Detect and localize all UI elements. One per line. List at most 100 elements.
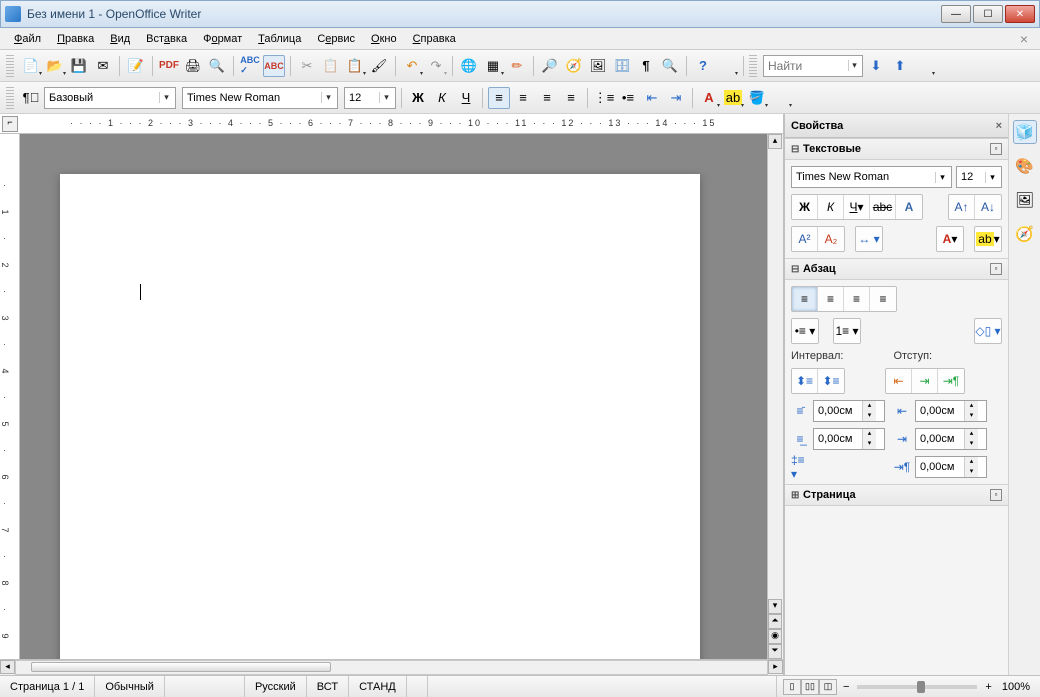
panel-grow-button[interactable]: A↑ xyxy=(949,195,975,219)
section-more-icon[interactable]: ▫ xyxy=(990,489,1002,501)
hscroll-thumb[interactable] xyxy=(31,662,331,672)
close-button[interactable]: ✕ xyxy=(1005,5,1035,23)
space-above-input[interactable] xyxy=(814,401,862,421)
hscroll-right[interactable]: ▸ xyxy=(768,660,783,674)
align-right-button[interactable]: ≡ xyxy=(536,87,558,109)
hyperlink-button[interactable]: 🌐 xyxy=(458,55,480,77)
italic-button[interactable]: К xyxy=(431,87,453,109)
spacing-dec-button[interactable]: ⬍≡ xyxy=(818,369,844,393)
panel-bullets-button[interactable]: •≡ ▾ xyxy=(792,319,818,343)
copy-button[interactable]: 📋 xyxy=(320,55,342,77)
menu-view[interactable]: Вид xyxy=(104,31,136,47)
panel-bgcolor-button[interactable]: ◇▯ ▾ xyxy=(975,319,1001,343)
indent-left-spinner[interactable]: ▴▾ xyxy=(915,400,987,422)
underline-button[interactable]: Ч xyxy=(455,87,477,109)
align-center-button[interactable]: ≡ xyxy=(512,87,534,109)
redo-button[interactable]: ↷▾ xyxy=(425,55,447,77)
menu-edit[interactable]: Правка xyxy=(51,31,100,47)
align-justify-button[interactable]: ≡ xyxy=(560,87,582,109)
menu-table[interactable]: Таблица xyxy=(252,31,307,47)
bullets-button[interactable]: •≡ xyxy=(617,87,639,109)
status-insert[interactable]: ВСТ xyxy=(307,676,349,697)
panel-underline-button[interactable]: Ч ▾ xyxy=(844,195,870,219)
section-more-icon[interactable]: ▫ xyxy=(990,143,1002,155)
panel-shrink-button[interactable]: A↓ xyxy=(975,195,1001,219)
panel-spacing-button[interactable]: ↔ ▾ xyxy=(856,227,882,251)
tab-gallery[interactable]: 🖼 xyxy=(1013,188,1037,212)
nav-select[interactable]: ◉ xyxy=(768,629,782,644)
ruler-corner[interactable]: ⌐ xyxy=(2,116,18,132)
space-above-spinner[interactable]: ▴▾ xyxy=(813,400,885,422)
status-zoom[interactable]: 100% xyxy=(992,676,1040,697)
style-combo[interactable]: Базовый ▾ xyxy=(44,87,176,109)
zoom-slider[interactable] xyxy=(857,685,977,689)
format-paint-button[interactable]: 🖌 xyxy=(368,55,390,77)
fmt-toolbar-grip[interactable] xyxy=(6,87,14,109)
sidebar-close-icon[interactable]: × xyxy=(996,120,1002,132)
minimize-button[interactable]: — xyxy=(941,5,971,23)
zoom-thumb[interactable] xyxy=(917,681,925,693)
panel-numbering-button[interactable]: 1≡ ▾ xyxy=(834,319,860,343)
menu-insert[interactable]: Вставка xyxy=(140,31,193,47)
view-single[interactable]: ▯ xyxy=(783,679,801,695)
panel-font-combo[interactable]: Times New Roman▾ xyxy=(791,166,952,188)
document-canvas[interactable] xyxy=(20,134,783,659)
email-button[interactable]: ✉ xyxy=(92,55,114,77)
find-next-button[interactable]: ⬇ xyxy=(865,55,887,77)
indent-left-input[interactable] xyxy=(916,401,964,421)
indent-inc-button[interactable]: ⇥ xyxy=(665,87,687,109)
status-sel[interactable]: СТАНД xyxy=(349,676,407,697)
section-para-header[interactable]: ⊟ Абзац ▫ xyxy=(785,258,1008,280)
size-combo[interactable]: 12 ▾ xyxy=(344,87,396,109)
space-below-input[interactable] xyxy=(814,429,862,449)
panel-italic-button[interactable]: К xyxy=(818,195,844,219)
nav-prev[interactable]: ⏶ xyxy=(768,614,782,629)
paste-button[interactable]: 📋▾ xyxy=(344,55,366,77)
menu-close-icon[interactable]: × xyxy=(1016,31,1032,47)
bg-color-button[interactable]: 🪣▾ xyxy=(746,87,768,109)
panel-super-button[interactable]: A² xyxy=(792,227,818,251)
status-lang[interactable]: Русский xyxy=(245,676,307,697)
toolbar-grip[interactable] xyxy=(6,55,14,77)
panel-strike-button[interactable]: abc xyxy=(870,195,896,219)
menu-window[interactable]: Окно xyxy=(365,31,403,47)
panel-size-combo[interactable]: 12▾ xyxy=(956,166,1002,188)
panel-sub-button[interactable]: A₂ xyxy=(818,227,844,251)
whatsthis-button[interactable]: ▾ xyxy=(716,55,738,77)
table-button[interactable]: ▦▾ xyxy=(482,55,504,77)
panel-bold-button[interactable]: Ж xyxy=(792,195,818,219)
indent-dec2-button[interactable]: ⇤ xyxy=(886,369,912,393)
fmt-overflow[interactable]: ▾ xyxy=(770,87,792,109)
undo-button[interactable]: ↶▾ xyxy=(401,55,423,77)
panel-align-right[interactable]: ≡ xyxy=(844,287,870,311)
datasources-button[interactable]: 🗄 xyxy=(611,55,633,77)
firstline-input[interactable] xyxy=(916,457,964,477)
gallery-button[interactable]: 🖼 xyxy=(587,55,609,77)
vertical-ruler[interactable]: · 1 · 2 · 3 · 4 · 5 · 6 · 7 · 8 · 9 xyxy=(0,134,20,659)
nonprinting-button[interactable]: ¶ xyxy=(635,55,657,77)
numbering-button[interactable]: ⋮≡ xyxy=(593,87,615,109)
panel-shadow-button[interactable]: A xyxy=(896,195,922,219)
font-combo[interactable]: Times New Roman ▾ xyxy=(182,87,338,109)
menu-format[interactable]: Формат xyxy=(197,31,248,47)
zoom-button[interactable]: 🔍 xyxy=(659,55,681,77)
indent-hang-button[interactable]: ⇥¶ xyxy=(938,369,964,393)
spellcheck-button[interactable]: ABC✓ xyxy=(239,55,261,77)
panel-highlight-button[interactable]: ab ▾ xyxy=(975,227,1001,251)
firstline-spinner[interactable]: ▴▾ xyxy=(915,456,987,478)
horizontal-ruler[interactable]: ⌐ · · · · 1 · · · 2 · · · 3 · · · 4 · · … xyxy=(0,114,783,134)
status-page[interactable]: Страница 1 / 1 xyxy=(0,676,95,697)
align-left-button[interactable]: ≡ xyxy=(488,87,510,109)
cut-button[interactable]: ✂ xyxy=(296,55,318,77)
toolbar-overflow[interactable]: ▾ xyxy=(913,55,935,77)
print-button[interactable]: 🖨 xyxy=(182,55,204,77)
tab-styles[interactable]: 🎨 xyxy=(1013,154,1037,178)
menu-help[interactable]: Справка xyxy=(407,31,462,47)
status-style[interactable]: Обычный xyxy=(95,676,165,697)
preview-button[interactable]: 🔍 xyxy=(206,55,228,77)
section-page-header[interactable]: ⊞ Страница ▫ xyxy=(785,484,1008,506)
view-book[interactable]: ◫ xyxy=(819,679,837,695)
hscroll-left[interactable]: ◂ xyxy=(0,660,15,674)
nav-next[interactable]: ⏷ xyxy=(768,644,782,659)
section-more-icon[interactable]: ▫ xyxy=(990,263,1002,275)
